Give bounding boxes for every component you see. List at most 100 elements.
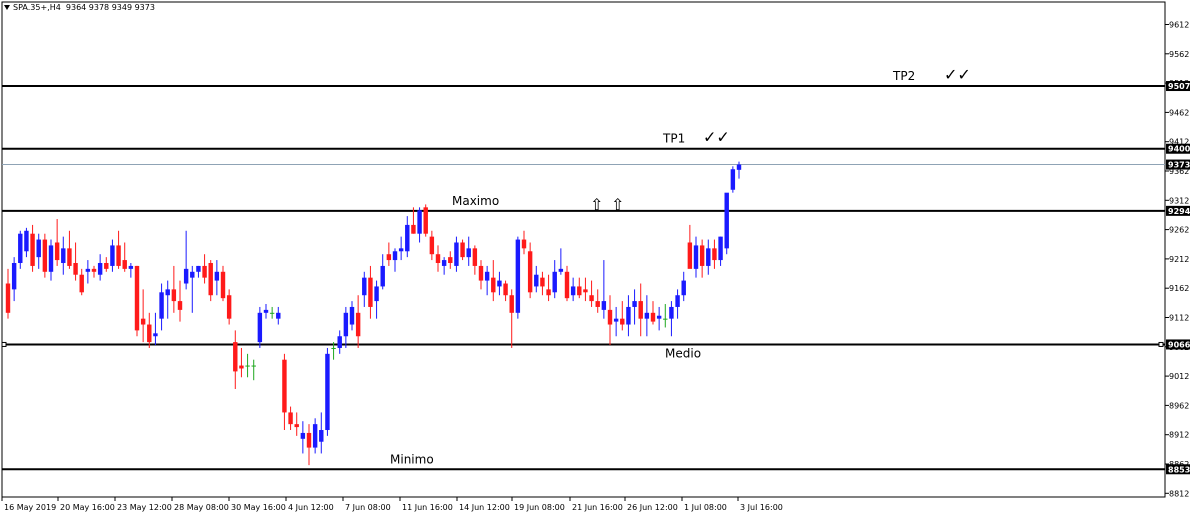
candle-body — [552, 271, 557, 293]
level-label-tp1: TP1 — [662, 132, 685, 146]
candle-body — [663, 318, 668, 320]
y-tick-label: 9312 — [1169, 196, 1189, 205]
candle-body — [650, 312, 656, 322]
candle-body — [159, 292, 164, 319]
candle-body — [730, 169, 736, 190]
candle-body — [712, 248, 717, 261]
x-tick-label: 20 May 16:00 — [60, 503, 115, 512]
candle-body — [613, 318, 619, 322]
candle-body — [42, 239, 48, 272]
candle-body — [300, 432, 306, 439]
candle-body — [140, 318, 146, 325]
candle-body — [564, 271, 570, 299]
candle-body — [706, 248, 711, 266]
symbol-ohlc-text: SPA.35+,H4 9364 9378 9349 9373 — [13, 3, 155, 12]
candle-body — [423, 207, 428, 234]
candle-body — [398, 248, 404, 252]
arrow-up-icon: ⇧ — [611, 195, 624, 214]
candle-body — [183, 268, 189, 284]
dropdown-triangle-icon[interactable] — [4, 5, 10, 10]
candle-body — [24, 230, 29, 252]
candle-body — [687, 242, 693, 269]
candle-body — [196, 265, 201, 272]
candle-body — [620, 318, 625, 325]
candle-body — [417, 210, 422, 234]
chart-canvas: 9612956295129462941293629312926292129162… — [1, 1, 1191, 512]
candle-body — [681, 280, 686, 296]
medio-left-handle — [1, 341, 7, 347]
candle-body — [239, 365, 244, 369]
candle-body — [472, 248, 478, 266]
checkmark-tp1: ✓✓ — [703, 128, 730, 147]
candle-body — [190, 271, 195, 278]
candle-body — [343, 312, 349, 337]
level-price-tag: 8853 — [1168, 465, 1190, 474]
candle-body — [177, 301, 183, 310]
candle-body — [134, 265, 140, 331]
arrow-up-icon: ⇧ — [590, 195, 603, 214]
x-tick-label: 3 Jul 16:00 — [740, 503, 783, 512]
medio-right-handle — [1158, 341, 1164, 347]
candle-body — [54, 242, 60, 261]
candle-body — [577, 286, 582, 296]
candle-body — [656, 315, 662, 319]
candle-body — [282, 359, 287, 413]
y-tick-label: 9462 — [1169, 108, 1189, 117]
candle-body — [626, 306, 631, 325]
candle-body — [724, 192, 729, 249]
candle-body — [331, 347, 336, 349]
candle-body — [208, 263, 213, 296]
y-tick-label: 8812 — [1169, 489, 1189, 498]
candle-body — [435, 254, 441, 264]
candle-body — [147, 324, 152, 343]
candle-body — [220, 271, 226, 299]
level-price-tag: 9294 — [1168, 207, 1191, 216]
x-tick-label: 21 Jun 16:00 — [572, 503, 623, 512]
x-tick-label: 4 Jun 12:00 — [288, 503, 334, 512]
candle-body — [294, 424, 299, 428]
candle-body — [128, 265, 134, 269]
chart-symbol-header: SPA.35+,H4 9364 9378 9349 9373 — [4, 3, 155, 12]
candle-body — [288, 412, 293, 425]
y-tick-label: 9112 — [1169, 314, 1189, 323]
candle-body — [337, 336, 342, 348]
candle-body — [362, 277, 367, 296]
x-tick-label: 26 Jun 12:00 — [627, 503, 678, 512]
candle-body — [165, 289, 170, 296]
candle-body — [466, 248, 471, 258]
candle-body — [73, 263, 78, 275]
x-tick-label: 16 May 2019 — [4, 503, 56, 512]
candle-body — [263, 309, 269, 313]
candle-body — [97, 263, 103, 275]
candle-body — [448, 257, 453, 264]
current-price-tag: 9373 — [1168, 161, 1190, 170]
candle-body — [319, 430, 324, 442]
candle-body — [257, 312, 263, 343]
x-tick-label: 11 Jun 16:00 — [402, 503, 453, 512]
candle-body — [325, 353, 330, 431]
candle-body — [503, 283, 508, 296]
candle-body — [669, 306, 674, 319]
plot-frame — [1, 1, 1166, 498]
y-tick-label: 9012 — [1169, 372, 1189, 381]
candle-body — [104, 263, 109, 269]
candle-body — [460, 242, 465, 258]
y-tick-label: 9562 — [1169, 50, 1189, 59]
candle-body — [521, 239, 527, 249]
candle-body — [386, 254, 392, 261]
candlestick-chart: 9612956295129462941293629312926292129162… — [0, 0, 1200, 517]
candle-body — [312, 424, 318, 448]
candle-body — [478, 265, 484, 281]
candle-body — [251, 365, 256, 367]
candle-body — [269, 312, 275, 314]
x-tick-label: 30 May 16:00 — [231, 503, 286, 512]
candle-body — [368, 277, 373, 307]
candle-body — [91, 268, 97, 272]
candle-body — [693, 245, 699, 269]
candle-body — [36, 239, 41, 258]
y-tick-label: 9612 — [1169, 21, 1189, 30]
candle-body — [546, 289, 551, 296]
candle-body — [607, 309, 613, 325]
candle-body — [534, 274, 539, 287]
candle-body — [61, 248, 66, 264]
